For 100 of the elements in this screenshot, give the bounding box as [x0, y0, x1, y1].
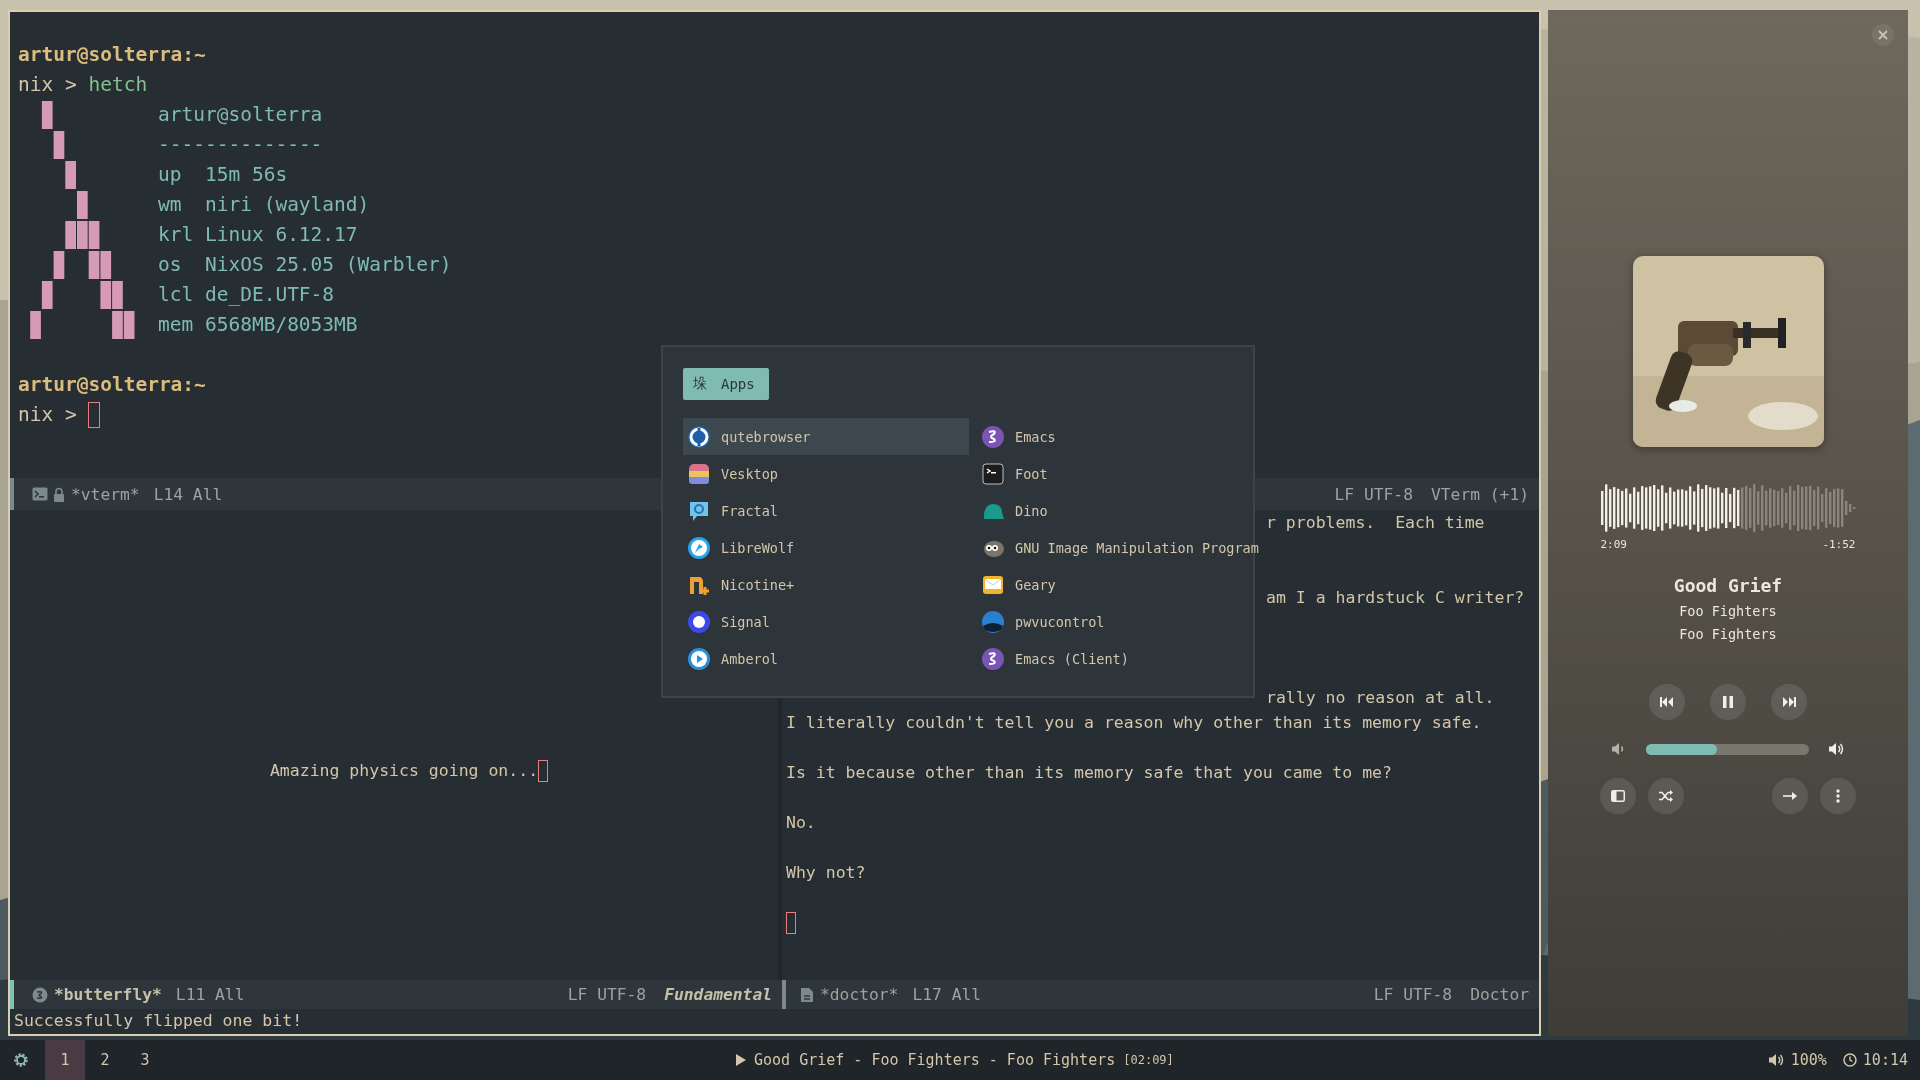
prompt-host: artur@solterra:~ — [18, 372, 206, 398]
fetch-key: lcl — [158, 280, 205, 310]
more-icon — [1836, 789, 1840, 803]
buffer-text: I literally couldn't tell you a reason why other than its memory safe. — [786, 712, 1482, 734]
prompt-symbol: nix > — [18, 72, 77, 98]
encoding-label: LF UTF-8 — [1334, 484, 1413, 504]
previous-button[interactable] — [1649, 684, 1685, 720]
workspace-button[interactable]: 2 — [85, 1040, 125, 1080]
sidebar-icon — [1611, 790, 1625, 802]
speaker-icon — [1768, 1053, 1785, 1067]
app-icon — [687, 609, 711, 634]
apps-tab-label: Apps — [721, 376, 755, 392]
settings-icon[interactable] — [12, 1051, 30, 1069]
fetch-title: artur@solterra — [158, 102, 324, 128]
major-mode: Doctor — [1470, 985, 1529, 1004]
command-text: hetch — [88, 72, 148, 98]
volume-level: 100% — [1790, 1051, 1827, 1069]
app-entry[interactable]: Emacs — [977, 418, 1259, 455]
app-entry[interactable]: Amberol — [683, 640, 969, 677]
major-mode: VTerm (+1) — [1430, 484, 1529, 504]
close-button[interactable] — [1872, 24, 1894, 46]
workspace-button[interactable]: 1 — [45, 1040, 85, 1080]
fetch-key: wm — [158, 190, 205, 220]
fetch-value: niri (wayland) — [204, 192, 370, 218]
app-icon — [981, 424, 1005, 449]
album-name: Foo Fighters — [1679, 626, 1777, 642]
fetch-key: os — [158, 250, 205, 280]
app-entry[interactable]: Geary — [977, 566, 1259, 603]
major-mode: Fundamental — [664, 985, 772, 1004]
buffer-text: Amazing physics going on... — [269, 761, 539, 780]
app-entry[interactable]: pwvucontrol — [977, 603, 1259, 640]
shuffle-icon — [1659, 790, 1673, 802]
app-entry[interactable]: Dino — [977, 492, 1259, 529]
emacs-icon — [32, 986, 48, 1003]
encoding-label: LF UTF-8 — [1373, 985, 1453, 1004]
terminal-icon — [32, 487, 48, 501]
remaining-time: -1:52 — [1822, 538, 1856, 551]
now-playing-text: Good Grief - Foo Fighters - Foo Fighters — [754, 1051, 1116, 1069]
app-icon — [687, 424, 711, 449]
sidebar-button[interactable] — [1600, 778, 1636, 814]
app-entry[interactable]: Vesktop — [683, 455, 969, 492]
apps-tab[interactable]: 垛 Apps — [683, 368, 769, 400]
shuffle-button[interactable] — [1648, 778, 1684, 814]
app-entry[interactable]: Signal — [683, 603, 969, 640]
elapsed-time: 2:09 — [1600, 538, 1627, 551]
previous-icon — [1660, 697, 1674, 707]
app-icon — [687, 461, 711, 486]
buffer-name: *butterfly* — [54, 985, 162, 1004]
fetch-value: 6568MB/8053MB — [204, 312, 358, 338]
line-position: L11 All — [175, 985, 245, 1004]
artist-name: Foo Fighters — [1679, 603, 1777, 619]
arrow-right-icon — [1783, 791, 1797, 801]
buffer-text: r problems. Each time — [1266, 512, 1485, 534]
play-icon — [736, 1054, 746, 1066]
pause-button[interactable] — [1710, 684, 1746, 720]
app-entry[interactable]: Fractal — [683, 492, 969, 529]
volume-slider[interactable] — [1645, 743, 1809, 755]
more-button[interactable] — [1820, 778, 1856, 814]
clock-icon — [1842, 1053, 1857, 1067]
line-position: L17 All — [912, 985, 982, 1004]
close-icon — [1878, 30, 1888, 40]
lock-icon — [53, 486, 65, 502]
fetch-value: Linux 6.12.17 — [204, 222, 358, 248]
fetch-key: mem — [158, 310, 205, 340]
app-entry[interactable]: Emacs (Client) — [977, 640, 1259, 677]
fetch-value: NixOS 25.05 (Warbler) — [204, 252, 452, 278]
next-button[interactable] — [1771, 684, 1807, 720]
app-entry[interactable]: GNU Image Manipulation Program — [977, 529, 1259, 566]
app-entry[interactable]: LibreWolf — [683, 529, 969, 566]
app-entry[interactable]: Nicotine+ — [683, 566, 969, 603]
app-entry[interactable]: qutebrowser — [683, 418, 969, 455]
buffer-text: No. — [786, 812, 816, 834]
buffer-text: Is it because other than its memory safe that you came to me? — [786, 762, 1392, 784]
text-cursor — [88, 402, 101, 428]
fetch-key: krl — [158, 220, 205, 250]
track-title: Good Grief — [1673, 575, 1783, 596]
app-icon — [981, 609, 1005, 634]
buffer-text: Why not? — [786, 862, 866, 884]
playback-time: [02:09] — [1123, 1053, 1174, 1067]
pause-icon — [1723, 696, 1733, 708]
fetch-rule: -------------- — [158, 132, 324, 158]
volume-high-icon — [1828, 742, 1845, 756]
file-icon — [800, 986, 814, 1003]
line-position: L14 All — [153, 484, 223, 504]
echo-message: Successfully flipped one bit! — [14, 1011, 303, 1030]
next-icon — [1782, 697, 1796, 707]
fetch-key: up — [158, 160, 205, 190]
fetch-value: 15m 56s — [204, 162, 288, 188]
app-entry[interactable]: Foot — [977, 455, 1259, 492]
buffer-name: *vterm* — [71, 484, 140, 504]
prompt-symbol: nix > — [18, 402, 77, 428]
app-icon — [981, 646, 1005, 671]
waveform[interactable] — [1600, 484, 1856, 532]
app-icon — [981, 461, 1005, 486]
app-icon — [687, 646, 711, 671]
fetch-value: de_DE.UTF-8 — [204, 282, 335, 308]
app-icon — [687, 535, 711, 560]
text-cursor — [538, 759, 549, 782]
repeat-mode-button[interactable] — [1772, 778, 1808, 814]
workspace-button[interactable]: 3 — [125, 1040, 165, 1080]
